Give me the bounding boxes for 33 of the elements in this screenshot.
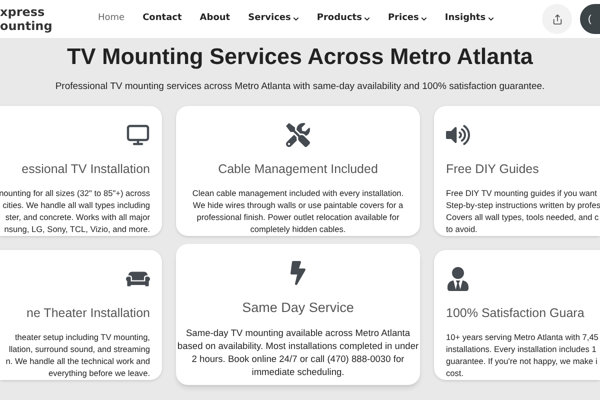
- caret-icon: [420, 16, 427, 22]
- nav-link[interactable]: Contact: [142, 12, 182, 26]
- card-title: 100% Satisfaction Guara: [446, 304, 584, 322]
- caret-icon: [488, 16, 494, 22]
- logo-text[interactable]: xpress ounting: [0, 5, 98, 33]
- share-icon: [552, 14, 562, 24]
- nav-link[interactable]: About: [200, 12, 230, 26]
- card-title: Same Day Service: [242, 299, 354, 318]
- caret-icon: [292, 16, 299, 22]
- speaker-icon: [446, 123, 470, 148]
- nav-link[interactable]: Home: [98, 12, 125, 26]
- card-title: Cable Management Included: [218, 161, 378, 178]
- caret-icon: [364, 16, 370, 22]
- monitor-icon: [126, 123, 150, 148]
- card-description: Free DIY TV mounting guides if you want Step-by-step instructions written by profes Covers all wall types, tools needed, and c to avoid.: [446, 187, 600, 235]
- call-button[interactable]: (: [580, 4, 600, 34]
- nav-link[interactable]: Products: [316, 12, 370, 26]
- page-subtitle: Professional TV mounting services across Metro Atlanta with same-day availability and 100% satisfaction guarantee.: [54, 80, 546, 94]
- card-title: essional TV Installation: [22, 161, 150, 178]
- card-description: nounting for all sizes (32" to 85"+) across cities. We handle all wall types including ster, and concrete. Works with all major nsung, LG, Sony, TCL, Vizio, and more.: [0, 187, 150, 235]
- nav-link[interactable]: Prices: [388, 12, 427, 26]
- card-description: Same-day TV mounting available across Metro Atlanta based on availability. Most installations completed in under 2 hours. Book online 24/7 or call (470) 888-0030 for immediate scheduling.: [177, 326, 419, 378]
- card-description: theater setup including TV mounting, llation, surround sound, and streaming n. We handle all the technical work and everything before we leave.: [6, 330, 150, 378]
- person-icon: [446, 266, 470, 291]
- nav-link[interactable]: Insights: [444, 12, 494, 26]
- nav-link[interactable]: Services: [248, 12, 299, 26]
- share-button[interactable]: [542, 4, 572, 34]
- card-description: 10+ years serving Metro Atlanta with 7,45 installations. Every installation includes 1 guarantee. If you're not happy, we make i cost.: [446, 330, 598, 378]
- card-title: ne Theater Installation: [26, 304, 150, 322]
- tools-icon: [286, 123, 310, 148]
- card-title: Free DIY Guides: [446, 161, 539, 178]
- page-heading: TV Mounting Services Across Metro Atlanta: [66, 44, 534, 70]
- card-description: Clean cable management included with every installation. We hide wires through walls or use paintable covers for a professional finish. Power outlet relocation available for completely hidden cables.: [192, 187, 404, 235]
